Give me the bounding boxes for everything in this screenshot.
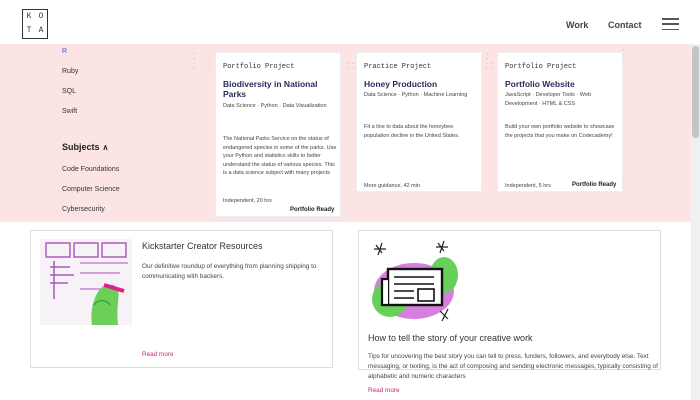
newspaper-illustration [368,239,460,327]
project-meta: JavaScript · Developer Tools · Web Devel… [505,92,591,107]
portfolio-ready-badge: Portfolio Ready [568,179,621,191]
dots-divider: · · [490,61,492,72]
dots-divider: · · [346,61,348,72]
project-title: Honey Production [364,79,438,89]
dots-divider: · · · · [486,51,488,72]
project-tag: Portfolio Project [223,63,295,71]
subject-item[interactable]: Computer Science [62,186,120,193]
logo-letter: K [26,12,32,21]
subjects-label: Subjects [62,142,100,152]
resource-card[interactable]: How to tell the story of your creative w… [358,230,661,394]
project-description: Fit a line to data about the honeybee po… [364,124,460,139]
logo-letter: T [26,26,32,35]
project-tag: Practice Project [364,63,432,71]
nav-work-link[interactable]: Work [566,20,588,30]
project-card[interactable]: Practice Project Honey Production Data S… [356,52,482,192]
project-description: The National Parks Service on the status… [223,136,337,176]
project-meta: Data Science · Python · Machine Learning [364,92,468,98]
language-item[interactable]: Swift [62,108,77,115]
whiteboard-drawing-illustration [40,239,132,325]
kota-logo[interactable]: K O T A [22,9,48,39]
resource-title[interactable]: Kickstarter Creator Resources [142,241,263,251]
project-title: Biodiversity in National Parks [223,79,318,99]
language-item[interactable]: R [62,48,67,55]
hamburger-menu-icon[interactable] [662,18,679,31]
logo-letter: A [38,26,44,35]
language-item[interactable]: SQL [62,88,76,95]
project-description: Build your own portfolio website to show… [505,124,615,139]
page-scrollbar[interactable] [691,44,700,400]
project-title: Portfolio Website [505,79,575,89]
resource-title[interactable]: How to tell the story of your creative w… [368,333,533,343]
nav-contact-link[interactable]: Contact [608,20,642,30]
resource-card[interactable]: Kickstarter Creator Resources Our defini… [30,230,333,368]
project-meta: Data Science · Python · Data Visualizati… [223,103,327,109]
project-footer: More guidance, 42 min [364,183,420,189]
dots-divider: · · [207,61,209,72]
read-more-link[interactable]: Read more [142,351,174,358]
language-item[interactable]: Ruby [62,68,78,75]
resource-description: Our definitive roundup of everything fro… [142,263,317,280]
dots-divider: · · · · [193,51,195,72]
project-footer: Independent, 20 hrs [223,198,272,204]
chevron-up-icon: ∧ [102,143,109,152]
project-card[interactable]: Portfolio Project Biodiversity in Nation… [215,52,341,217]
scrollbar-thumb[interactable] [692,46,699,138]
site-header: K O T A Work Contact [0,0,700,44]
subject-item[interactable]: Code Foundations [62,166,119,173]
portfolio-ready-badge: Portfolio Ready [286,204,339,216]
subjects-heading[interactable]: Subjects ∧ [62,142,108,152]
resource-description: Tips for uncovering the best story you c… [368,353,658,380]
project-tag: Portfolio Project [505,63,577,71]
subject-item[interactable]: Cybersecurity [62,206,105,213]
project-card[interactable]: Portfolio Project Portfolio Website Java… [497,52,623,192]
read-more-link[interactable]: Read more [368,387,400,394]
page: K O T A Work Contact R Ruby SQL Swift Su… [0,0,700,400]
project-footer: Independent, 5 hrs [505,183,551,189]
logo-letter: O [38,12,44,21]
dots-divider: · · [352,61,354,72]
